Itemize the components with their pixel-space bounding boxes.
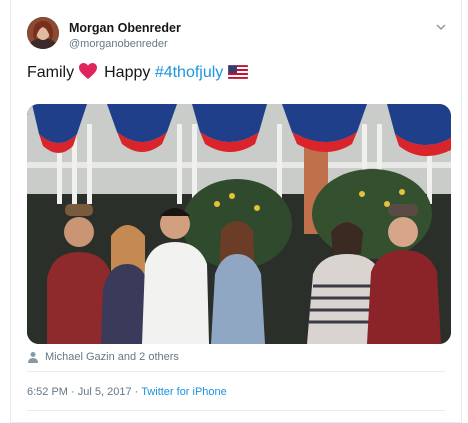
author-name[interactable]: Morgan Obenreder [69, 21, 181, 35]
chevron-down-icon[interactable] [435, 22, 447, 32]
family-photo-image [27, 104, 451, 344]
avatar[interactable] [27, 17, 59, 49]
tweet-text-family: Family [27, 64, 75, 81]
likers-line[interactable]: Michael Gazin and 2 others [27, 351, 179, 363]
tweet-card: Morgan Obenreder @morganobenreder Family… [10, 0, 462, 423]
red-heart-icon [79, 63, 98, 79]
tweet-photo[interactable] [27, 104, 451, 344]
divider [27, 371, 445, 372]
tweet-time[interactable]: 6:52 PM [27, 386, 68, 398]
divider [27, 410, 445, 411]
source-link[interactable]: Twitter for iPhone [141, 386, 227, 398]
likers-text[interactable]: Michael Gazin and 2 others [45, 351, 179, 363]
meta-separator: · [71, 386, 75, 398]
person-icon [28, 352, 38, 363]
tweet-date[interactable]: Jul 5, 2017 [78, 386, 132, 398]
tweet-meta: 6:52 PM · Jul 5, 2017 · Twitter for iPho… [27, 386, 227, 398]
author-handle[interactable]: @morganobenreder [69, 38, 168, 50]
meta-separator: · [134, 386, 139, 398]
tweet-text: Family Happy #4thofjuly [27, 62, 249, 84]
hashtag-link[interactable]: #4thofjuly [155, 64, 224, 81]
us-flag-icon [228, 65, 249, 79]
tweet-text-happy: Happy [104, 64, 151, 81]
